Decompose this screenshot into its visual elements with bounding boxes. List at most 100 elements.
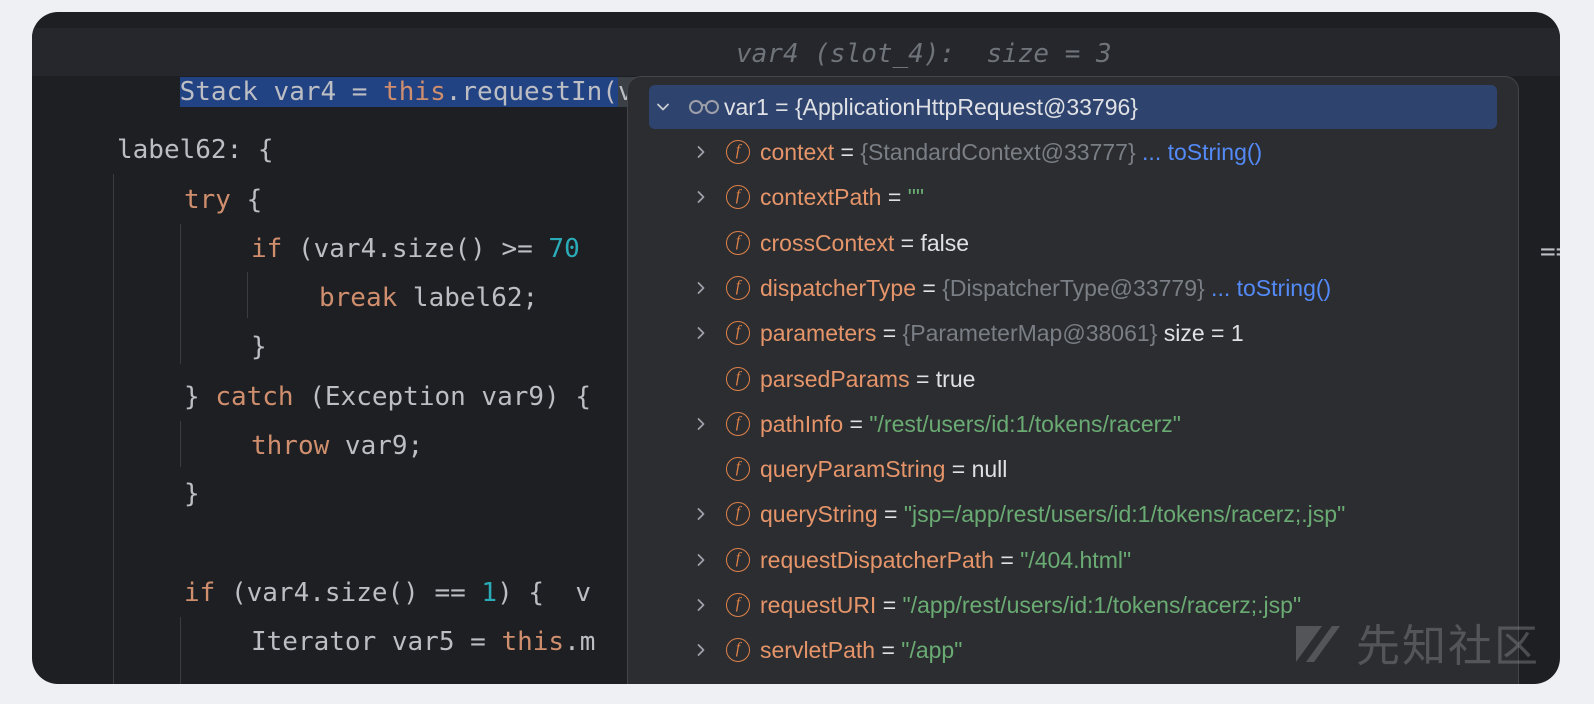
chevron-right-icon[interactable] (691, 266, 711, 310)
field-equals: = (876, 320, 903, 347)
code-number: 1 (481, 578, 498, 608)
code-text: (var4.size() == (215, 578, 482, 608)
field-value: "/app/rest/users/id:1/tokens/racerz;.jsp… (902, 592, 1302, 618)
code-line-try[interactable]: try { (184, 180, 262, 220)
field-value: "" (907, 184, 925, 211)
code-keyword: try (184, 185, 231, 215)
xianzhi-logo-icon (1296, 626, 1340, 662)
field-equals: = (876, 592, 903, 618)
code-keyword: if (251, 234, 283, 264)
code-method-call: .requestIn( (445, 77, 618, 107)
chevron-right-icon[interactable] (691, 538, 711, 582)
field-equals: = (843, 410, 870, 437)
code-number: 70 (548, 234, 580, 264)
field-value: false (920, 229, 970, 256)
code-text: var9; (329, 431, 424, 461)
field-icon: f (726, 411, 750, 436)
chevron-right-icon[interactable] (691, 130, 711, 174)
indent-guide (180, 224, 181, 364)
code-line-if-size[interactable]: if (var4.size() >= 70 (251, 229, 580, 269)
field-icon: f (726, 140, 750, 164)
code-line-if-size-one[interactable]: if (var4.size() == 1) { v (184, 573, 591, 613)
chevron-right-icon[interactable] (691, 402, 711, 446)
code-line-break[interactable]: break label62; (319, 278, 538, 318)
debug-value-popup[interactable]: var1 = {ApplicationHttpRequest@33796} fc… (627, 76, 1519, 684)
field-value: "jsp=/app/rest/users/id:1/tokens/racerz;… (903, 501, 1346, 528)
inline-debug-value-hint: var4 (slot_4): size = 3 (736, 39, 1112, 69)
field-value: "/app" (901, 637, 963, 664)
code-keyword: catch (215, 382, 294, 412)
chevron-right-icon[interactable] (691, 583, 711, 627)
code-line-label62[interactable]: label62: { (117, 130, 274, 170)
tree-field-row[interactable]: f context = {StandardContext@33777} ... t… (628, 130, 1518, 174)
tree-field-row[interactable]: f dispatcherType = {DispatcherType@33779}… (628, 266, 1518, 310)
field-name: context (760, 139, 835, 165)
indent-guide (180, 421, 181, 467)
field-icon: f (726, 547, 750, 572)
field-icon: f (726, 502, 750, 527)
code-text: Iterator var5 = (251, 627, 502, 657)
field-value: null (971, 456, 1008, 483)
code-stack-decl: Stack var4 = (179, 77, 384, 107)
code-text: (var4.size() >= (282, 234, 549, 264)
code-text: label62; (397, 283, 539, 313)
watch-glasses-icon (689, 100, 719, 114)
code-keyword: break (319, 283, 398, 313)
code-text: } (184, 479, 200, 509)
tree-field-row[interactable]: f requestDispatcherPath = "/404.html" (628, 538, 1518, 582)
code-text: } (251, 332, 267, 362)
current-code-line[interactable]: Stack var4 = this.requestIn(var1); (117, 32, 712, 107)
field-equals: = (945, 456, 972, 483)
code-text: { (230, 185, 263, 215)
field-name: requestDispatcherPath (760, 546, 994, 573)
code-line-close-brace[interactable]: } (251, 327, 267, 367)
chevron-right-icon[interactable] (691, 175, 711, 219)
field-name: pathInfo (760, 410, 844, 437)
field-equals: = (915, 274, 943, 301)
chevron-right-icon[interactable] (691, 492, 711, 536)
field-name: contextPath (760, 184, 882, 211)
indent-guide (180, 617, 181, 684)
tree-root-label: var1 = {ApplicationHttpRequest@33796} (724, 94, 1138, 120)
code-line-throw[interactable]: throw var9; (251, 426, 423, 466)
field-name: parsedParams (760, 365, 910, 392)
field-type: {DispatcherType@33779} (942, 274, 1205, 301)
field-type: {StandardContext@33777} (860, 139, 1136, 165)
field-type: {ParameterMap@38061} (902, 320, 1158, 347)
tostring-link[interactable]: ... toString() (1136, 139, 1262, 165)
tree-field-row[interactable]: f crossContext = false (628, 221, 1518, 265)
field-equals: = (881, 184, 908, 211)
code-text: } (184, 382, 216, 412)
tostring-link[interactable]: ... toString() (1205, 275, 1331, 301)
field-value: "/rest/users/id:1/tokens/racerz" (869, 410, 1181, 437)
field-icon: f (726, 275, 750, 300)
code-keyword: if (184, 578, 216, 608)
code-keyword: throw (251, 431, 330, 461)
code-editor-window: Stack var4 = this.requestIn(var1); var4 … (32, 12, 1560, 684)
field-icon: f (726, 185, 750, 210)
chevron-right-icon[interactable] (691, 628, 711, 672)
field-name: queryString (760, 501, 878, 528)
tree-field-row[interactable]: f pathInfo = "/rest/users/id:1/tokens/rac… (628, 402, 1518, 446)
field-value: size = 1 (1157, 320, 1244, 347)
field-icon: f (726, 230, 750, 255)
indent-guide (113, 174, 114, 684)
field-value: true (935, 365, 976, 392)
tree-root-var1[interactable]: var1 = {ApplicationHttpRequest@33796} (649, 85, 1497, 129)
tree-field-row[interactable]: f parameters = {ParameterMap@38061} size … (628, 311, 1518, 355)
field-icon: f (726, 593, 750, 617)
tree-field-row[interactable]: f queryParamString = null (628, 447, 1518, 491)
field-icon: f (726, 321, 750, 346)
code-line-iterator[interactable]: Iterator var5 = this.m (251, 622, 595, 662)
tree-field-row[interactable]: f parsedParams = true (628, 357, 1518, 401)
chevron-right-icon[interactable] (691, 311, 711, 355)
tree-field-row[interactable]: f queryString = "jsp=/app/rest/users/id:1… (628, 492, 1518, 536)
code-line-close-brace[interactable]: } (184, 474, 200, 514)
field-name: servletPath (760, 637, 876, 664)
field-name: dispatcherType (760, 274, 916, 301)
code-line-catch[interactable]: } catch (Exception var9) { (184, 377, 591, 417)
code-text: ) { v (497, 578, 591, 608)
chevron-down-icon[interactable] (653, 85, 673, 129)
code-line-overflow-text: == (1540, 237, 1560, 267)
tree-field-row[interactable]: f contextPath = "" (628, 175, 1518, 219)
